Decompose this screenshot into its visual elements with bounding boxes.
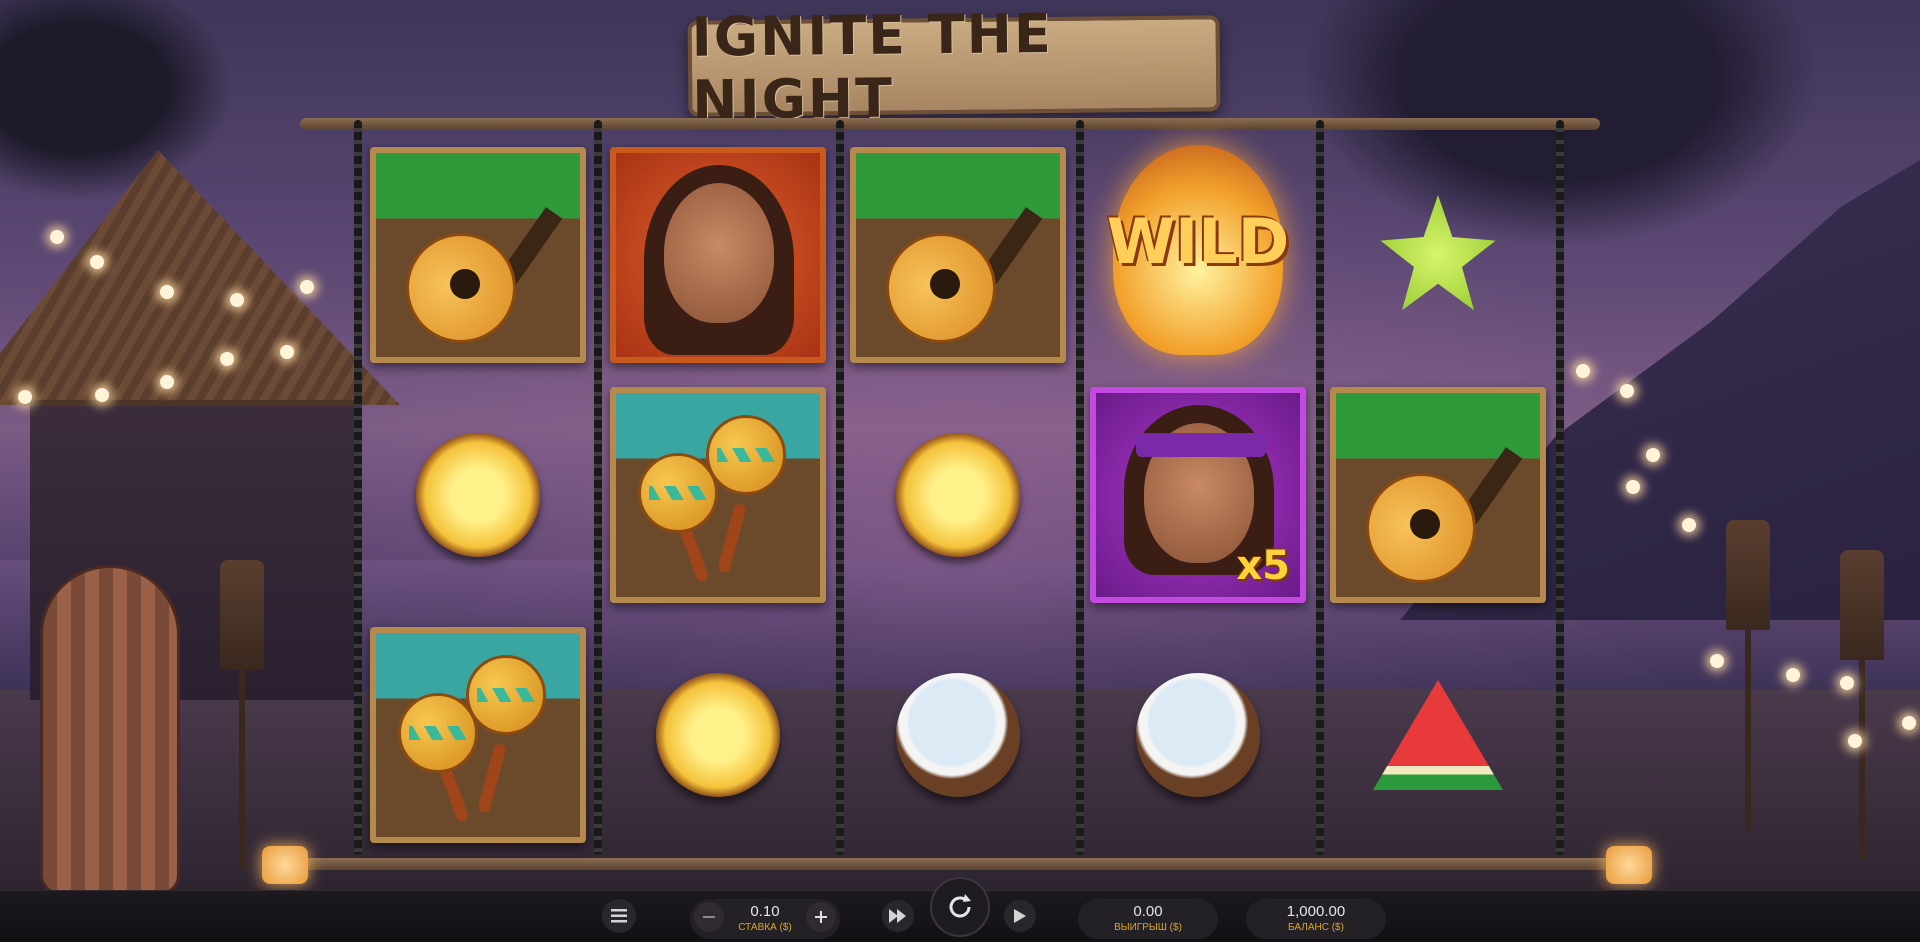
reel-5-row-2 xyxy=(1328,385,1548,605)
reel-1-row-1 xyxy=(368,145,588,365)
guitar-symbol xyxy=(370,147,586,363)
string-light xyxy=(280,345,294,359)
guitar-symbol xyxy=(850,147,1066,363)
menu-button[interactable] xyxy=(602,899,636,933)
reel-frame-top xyxy=(300,118,1600,130)
guitar-icon xyxy=(384,193,563,357)
wild-symbol: WILD xyxy=(1088,145,1308,365)
reel-chain xyxy=(1556,120,1564,855)
string-light xyxy=(90,255,104,269)
control-bar: 0.10 СТАВКА ($) 0.00 ВЫИГРЫШ ($) 1,000.0… xyxy=(0,877,1920,942)
refresh-icon xyxy=(949,894,971,918)
string-light xyxy=(1840,676,1854,690)
watermelon-icon xyxy=(1373,680,1503,790)
spin-button[interactable] xyxy=(930,877,990,937)
string-light xyxy=(1646,448,1660,462)
reel-3-row-3 xyxy=(848,625,1068,845)
maracas-icon xyxy=(638,453,718,533)
tiki-torch-far-right xyxy=(1840,550,1884,860)
string-light xyxy=(18,390,32,404)
multiplier-badge: x5 xyxy=(1236,543,1290,589)
frame-lantern-left xyxy=(262,846,308,884)
fast-forward-icon xyxy=(889,909,906,923)
game-title: IGNITE THE NIGHT xyxy=(691,1,1054,132)
maracas-symbol xyxy=(610,387,826,603)
string-light xyxy=(1682,518,1696,532)
reel-1-row-3 xyxy=(368,625,588,845)
headband xyxy=(1136,433,1266,457)
string-light xyxy=(1710,654,1724,668)
guitar-symbol xyxy=(1330,387,1546,603)
wild-label: WILD xyxy=(1106,205,1290,278)
man-symbol: x5 xyxy=(1090,387,1306,603)
string-light xyxy=(1626,480,1640,494)
maracas-icon xyxy=(398,693,478,773)
reel-4-row-3 xyxy=(1088,625,1308,845)
coconut-icon xyxy=(1136,673,1260,797)
woman-symbol xyxy=(610,147,826,363)
turbo-button[interactable] xyxy=(882,900,914,932)
string-light xyxy=(220,352,234,366)
tiki-torch-right xyxy=(1726,520,1770,830)
win-panel: 0.00 ВЫИГРЫШ ($) xyxy=(1078,899,1218,939)
reel-3-row-1 xyxy=(848,145,1068,365)
reel-3-row-2 xyxy=(848,385,1068,605)
play-icon xyxy=(1014,909,1026,923)
reel-4-row-1: WILD xyxy=(1088,145,1308,365)
string-light xyxy=(1620,384,1634,398)
reel-2-row-3 xyxy=(608,625,828,845)
pineapple-icon xyxy=(416,433,540,557)
bet-increase-button[interactable] xyxy=(806,902,836,932)
reel-2-row-2 xyxy=(608,385,828,605)
tiki-torch-left xyxy=(220,560,264,870)
reel-chain xyxy=(354,120,362,855)
woman-portrait-icon xyxy=(664,183,774,323)
string-light xyxy=(1576,364,1590,378)
reel-grid: WILD x5 xyxy=(368,145,1548,865)
guitar-icon xyxy=(864,193,1043,357)
reel-1-row-2 xyxy=(368,385,588,605)
reel-5-row-1 xyxy=(1328,145,1548,365)
maracas-symbol xyxy=(370,627,586,843)
reel-2-row-1 xyxy=(608,145,828,365)
string-light xyxy=(160,285,174,299)
balance-panel: 1,000.00 БАЛАНС ($) xyxy=(1246,899,1386,939)
string-light xyxy=(300,280,314,294)
balance-label: БАЛАНС ($) xyxy=(1288,922,1344,933)
starfruit-icon xyxy=(1380,195,1496,311)
minus-icon xyxy=(703,916,715,918)
bet-decrease-button[interactable] xyxy=(694,902,724,932)
string-light xyxy=(230,293,244,307)
string-light xyxy=(1902,716,1916,730)
balance-value: 1,000.00 xyxy=(1286,903,1346,920)
frame-lantern-right xyxy=(1606,846,1652,884)
win-label: ВЫИГРЫШ ($) xyxy=(1114,922,1182,933)
autoplay-button[interactable] xyxy=(1004,900,1036,932)
string-light xyxy=(50,230,64,244)
string-light xyxy=(1848,734,1862,748)
pineapple-icon xyxy=(656,673,780,797)
surfboard xyxy=(40,565,180,890)
win-value: 0.00 xyxy=(1133,903,1163,920)
plus-icon xyxy=(815,911,827,923)
coconut-icon xyxy=(896,673,1020,797)
string-light xyxy=(1786,668,1800,682)
string-light xyxy=(95,388,109,402)
string-light xyxy=(160,375,174,389)
guitar-icon xyxy=(1344,433,1523,597)
reel-4-row-2: x5 xyxy=(1088,385,1308,605)
reel-5-row-3 xyxy=(1328,625,1548,845)
pineapple-icon xyxy=(896,433,1020,557)
hamburger-icon xyxy=(611,909,627,923)
game-logo: IGNITE THE NIGHT xyxy=(687,2,1221,132)
